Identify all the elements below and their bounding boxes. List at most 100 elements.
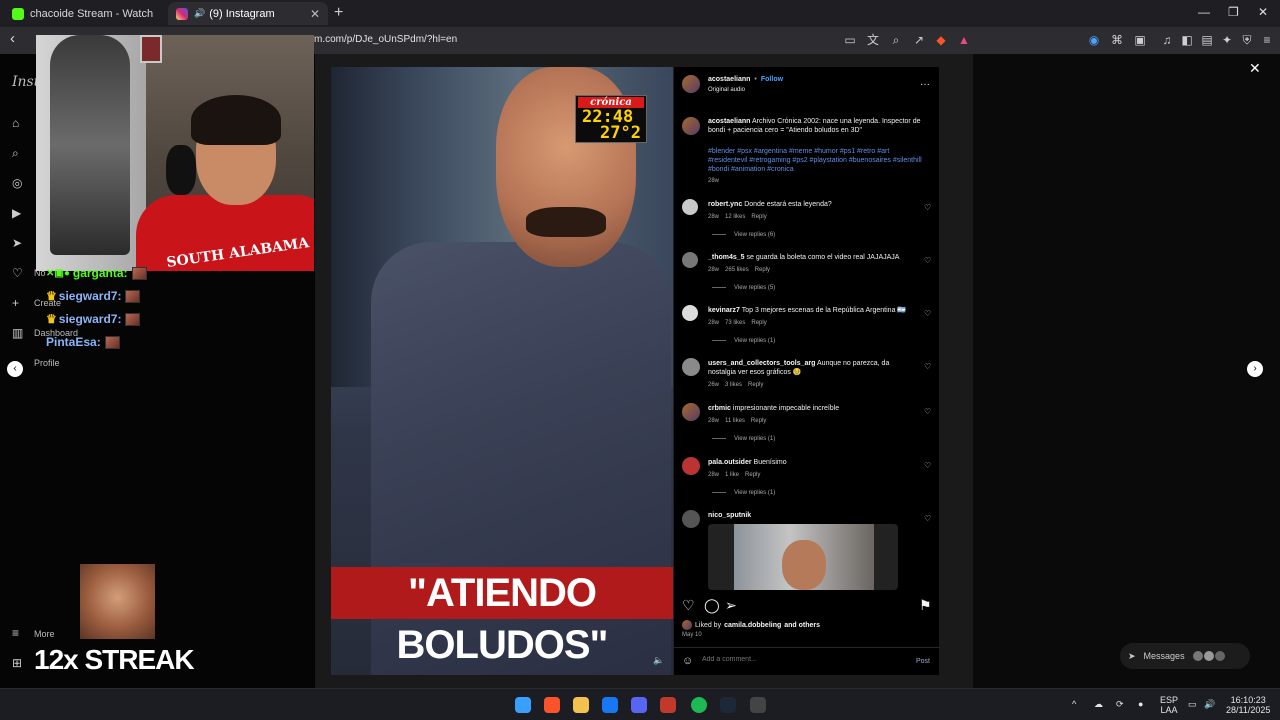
translate-icon[interactable]: 文 [866,33,880,47]
close-window-icon[interactable]: ✕ [1258,5,1268,19]
like-comment-icon[interactable]: ♡ [924,461,931,470]
minimize-icon[interactable]: — [1198,5,1210,19]
explore-icon[interactable]: ◎ [12,176,22,190]
steam-icon[interactable] [720,697,736,713]
view-replies[interactable]: View replies (1) [712,338,775,344]
commenter-avatar[interactable] [682,305,698,321]
bing-icon[interactable] [602,697,618,713]
audio-subtitle[interactable]: Original audio [708,87,745,93]
mute-icon[interactable]: 🔈 [653,655,664,666]
like-comment-icon[interactable]: ♡ [924,514,931,523]
reels-icon[interactable]: ▶ [12,206,21,220]
comment-username[interactable]: users_and_collectors_tools_arg [708,360,815,367]
media-icon[interactable]: ♫ [1160,33,1174,47]
author-username[interactable]: acostaeliann [708,76,750,83]
profile-label[interactable]: Profile [34,358,60,368]
comment-likes[interactable]: 11 likes [725,418,745,424]
comment-likes[interactable]: 3 likes [725,382,742,388]
commenter-avatar[interactable] [682,199,698,215]
comment-media[interactable] [708,524,898,590]
view-replies[interactable]: View replies (1) [712,490,775,496]
commenter-avatar[interactable] [682,358,700,376]
messages-pill[interactable]: ➤ Messages [1120,643,1250,669]
author-avatar[interactable] [682,117,700,135]
comment-likes[interactable]: 1 like [725,472,739,478]
previous-post-icon[interactable]: ‹ [7,361,23,377]
close-tab-icon[interactable]: ✕ [310,7,320,21]
commenter-avatar[interactable] [682,457,700,475]
brave-shields-icon[interactable]: ◆ [934,33,948,47]
also-from-meta-icon[interactable]: ⊞ [12,656,22,670]
comment-icon[interactable]: ◯ [704,597,720,614]
reply-button[interactable]: Reply [745,472,760,478]
audio-playing-icon[interactable]: ◉ [1087,33,1101,47]
commenter-avatar[interactable] [682,403,700,421]
brave-rewards-icon[interactable]: ▲ [957,33,971,47]
tab-instagram[interactable]: 🔊 (9) Instagram ✕ [168,2,328,25]
tab-search-icon[interactable]: ▣ [1133,33,1147,47]
commenter-avatar[interactable] [682,510,700,528]
search-icon[interactable]: ⌕ [12,146,19,161]
more-icon[interactable]: ≡ [12,626,19,640]
reply-button[interactable]: Reply [748,382,763,388]
home-icon[interactable]: ⌂ [12,116,19,130]
close-modal-icon[interactable]: ✕ [1249,60,1261,77]
like-comment-icon[interactable]: ♡ [924,362,931,371]
comment-likes[interactable]: 265 likes [725,267,749,273]
more-label[interactable]: More [34,629,55,639]
comment-likes[interactable]: 12 likes [725,214,745,220]
comment-username[interactable]: pala.outsider [708,459,752,466]
onedrive-icon[interactable]: ☁ [1094,699,1103,709]
spotify-icon[interactable] [691,697,707,713]
author-avatar[interactable] [682,75,700,93]
more-options-icon[interactable]: ··· [920,79,930,90]
url-field[interactable]: m.com/p/DJe_oUnSPdm/?hl=en [314,34,457,45]
create-icon[interactable]: + [12,296,19,310]
comment-username[interactable]: robert.ync [708,201,742,208]
menu-icon[interactable]: ≡ [1260,33,1274,47]
like-comment-icon[interactable]: ♡ [924,256,931,265]
comment-likes[interactable]: 73 likes [725,320,745,326]
zoom-icon[interactable]: ⌕ [889,33,903,47]
emoji-icon[interactable]: ☺ [682,655,693,667]
description-username[interactable]: acostaeliann [708,118,750,125]
tab-kick-stream[interactable]: chacoide Stream - Watch Live on [4,2,164,25]
app-icon[interactable] [660,697,676,713]
vpn-icon[interactable]: ⛨ [1240,33,1254,47]
liked-by-suffix[interactable]: and others [784,622,820,629]
brave-browser-icon[interactable] [544,697,560,713]
view-replies[interactable]: View replies (6) [712,232,775,238]
hashtags[interactable]: #blender #psx #argentina #meme #humor #p… [708,147,926,174]
view-replies[interactable]: View replies (1) [712,436,775,442]
chevron-up-icon[interactable]: ^ [1072,699,1076,709]
post-video[interactable]: crónica 22:48 27°2 "ATIENDO BOLUDOS" 🔈 [331,67,673,675]
language-indicator[interactable]: ESP LAA [1160,695,1178,715]
reply-button[interactable]: Reply [751,320,766,326]
comment-username[interactable]: crbmic [708,405,731,412]
reply-button[interactable]: Reply [751,418,766,424]
reply-button[interactable]: Reply [751,214,766,220]
cast-icon[interactable]: ▭ [843,33,857,47]
follow-button[interactable]: Follow [761,76,783,83]
messages-icon[interactable]: ➤ [12,236,22,250]
liker-avatar[interactable] [682,620,692,630]
post-comment-button[interactable]: Post [916,658,930,665]
microphone-icon[interactable]: ● [1138,699,1143,709]
extension-icon[interactable]: ⌘ [1110,33,1124,47]
like-icon[interactable]: ♡ [682,597,695,614]
start-icon[interactable] [515,697,531,713]
sidebar-icon[interactable]: ◧ [1180,33,1194,47]
leo-ai-icon[interactable]: ✦ [1220,33,1234,47]
network-icon[interactable]: ▭ [1188,699,1197,709]
share-icon[interactable]: ↗ [912,33,926,47]
sync-icon[interactable]: ⟳ [1116,699,1124,709]
like-comment-icon[interactable]: ♡ [924,309,931,318]
liked-by-user[interactable]: camila.dobbeling [724,622,781,629]
notifications-icon[interactable]: ♡ [12,266,23,280]
view-replies[interactable]: View replies (5) [712,285,775,291]
new-tab-button[interactable]: + [334,4,343,22]
volume-icon[interactable]: 🔊 [1204,699,1215,709]
reply-button[interactable]: Reply [755,267,770,273]
wallet-icon[interactable]: ▤ [1200,33,1214,47]
dashboard-icon[interactable]: ▥ [12,326,23,340]
